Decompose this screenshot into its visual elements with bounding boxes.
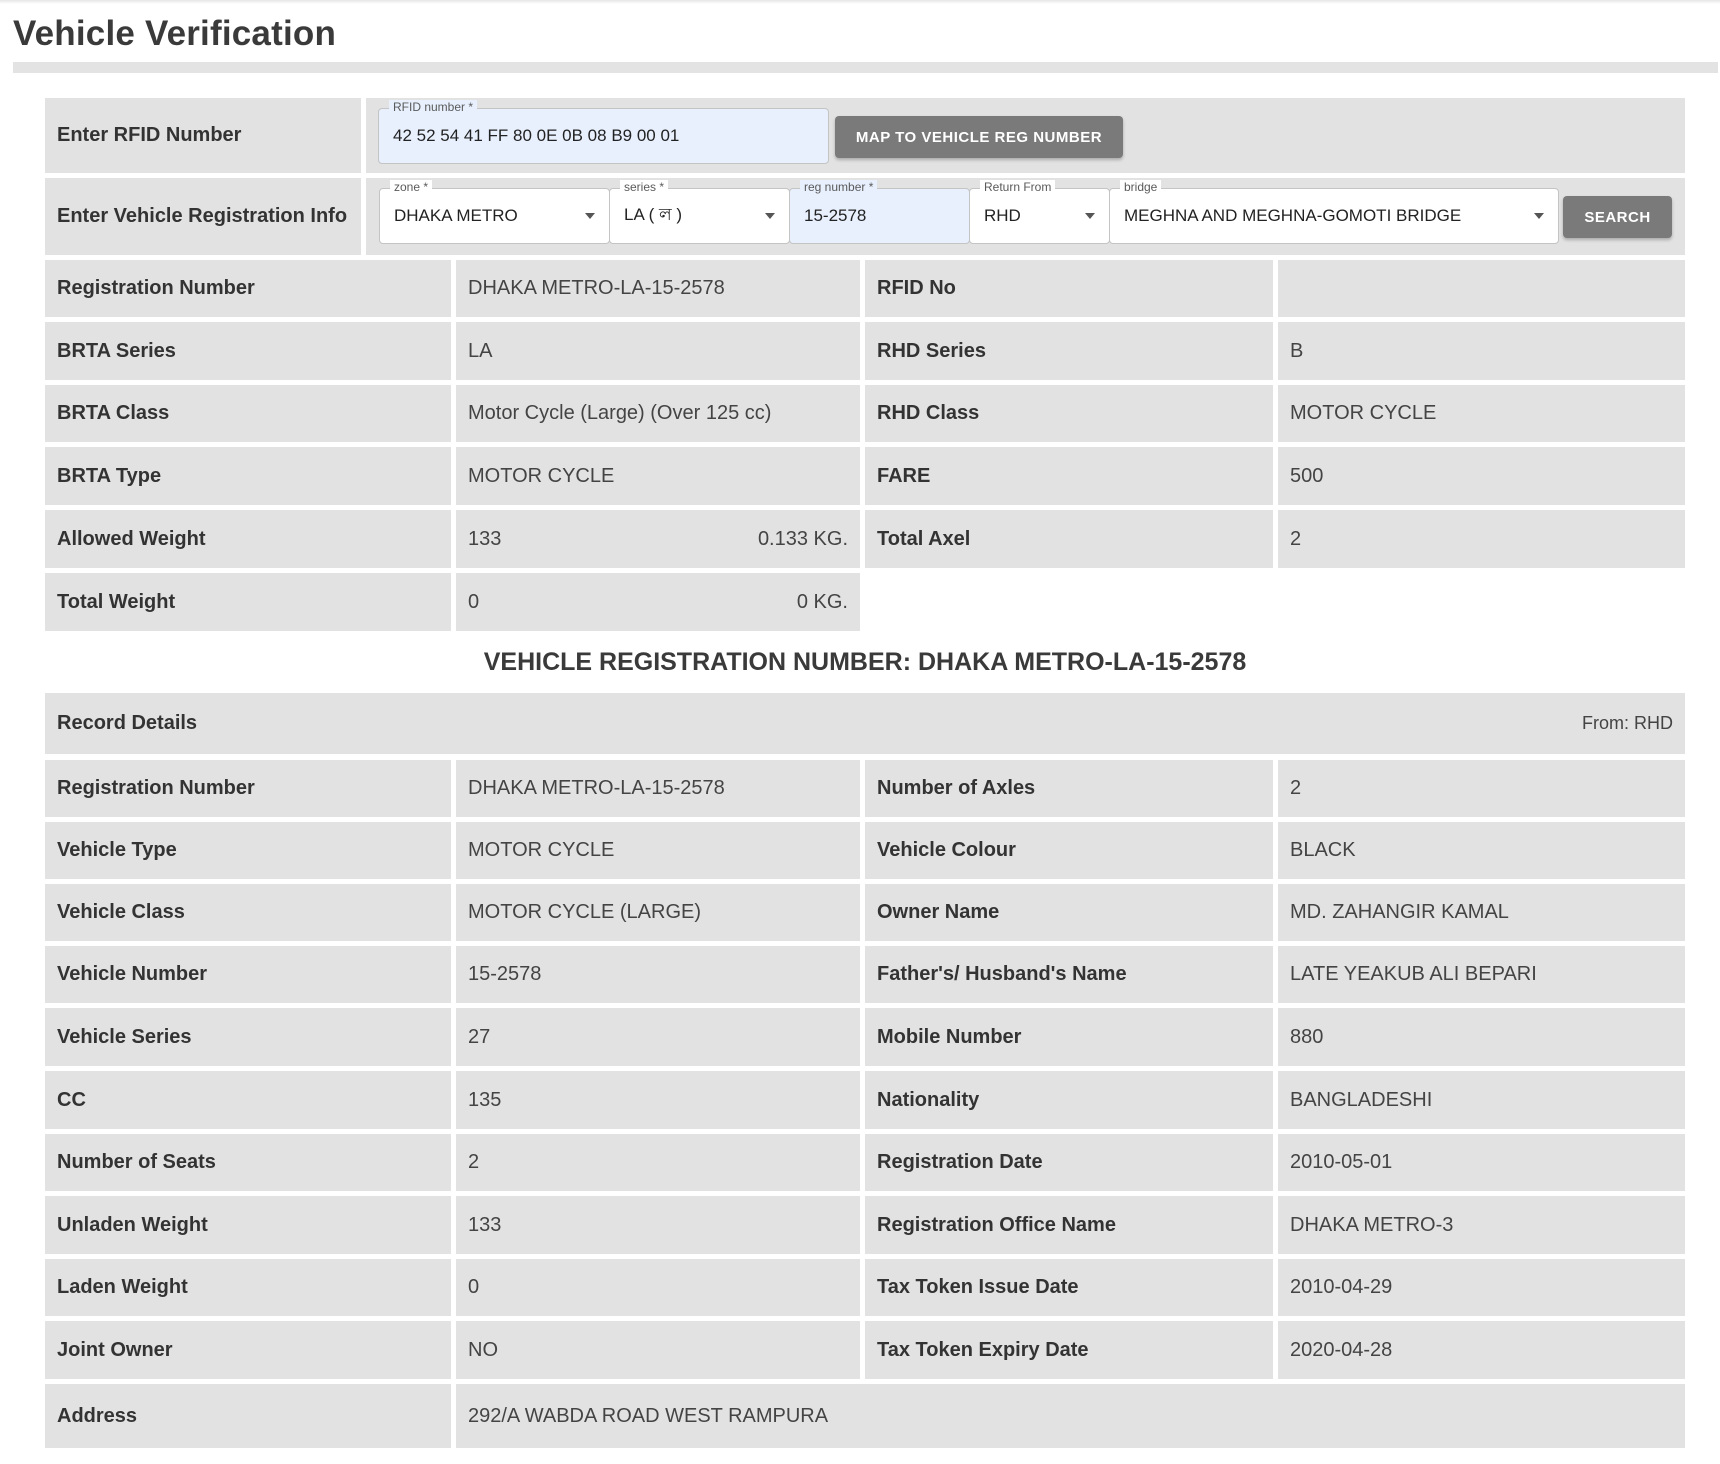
- record-label: Vehicle Type: [45, 822, 451, 879]
- chevron-down-icon: [1534, 213, 1544, 219]
- rfid-number-value: 42 52 54 41 FF 80 0E 0B 08 B9 00 01: [393, 126, 680, 145]
- return-from-value: RHD: [984, 206, 1021, 225]
- record-value: 135: [456, 1071, 860, 1129]
- total-weight-kg: 0 KG.: [796, 590, 848, 613]
- record-value: BANGLADESHI: [1278, 1071, 1685, 1129]
- record-details-title: Record Details: [57, 712, 198, 734]
- summary-label: BRTA Class: [45, 385, 451, 442]
- record-label: Mobile Number: [865, 1008, 1273, 1066]
- record-value: MOTOR CYCLE (LARGE): [456, 884, 860, 941]
- chevron-down-icon: [585, 213, 595, 219]
- address-value: 292/A WABDA ROAD WEST RAMPURA: [456, 1384, 1685, 1448]
- record-label: Registration Office Name: [865, 1196, 1273, 1254]
- summary-label: BRTA Type: [45, 447, 451, 505]
- reg-number-input[interactable]: reg number * 15-2578: [789, 180, 970, 244]
- record-label: Owner Name: [865, 884, 1273, 941]
- record-label: Registration Date: [865, 1134, 1273, 1191]
- record-value: 2020-04-28: [1278, 1321, 1685, 1379]
- title-divider: [13, 62, 1718, 73]
- record-value: 2: [1278, 760, 1685, 817]
- record-details-header: Record Details From: RHD: [45, 693, 1685, 754]
- record-value: NO: [456, 1321, 860, 1379]
- summary-label: BRTA Series: [45, 322, 451, 380]
- record-label: Nationality: [865, 1071, 1273, 1129]
- summary-value: Motor Cycle (Large) (Over 125 cc): [456, 385, 860, 442]
- record-label: Unladen Weight: [45, 1196, 451, 1254]
- allowed-weight-kg: 0.133 KG.: [757, 527, 848, 550]
- summary-label: Registration Number: [45, 260, 451, 317]
- record-value: DHAKA METRO-3: [1278, 1196, 1685, 1254]
- record-label: Number of Axles: [865, 760, 1273, 817]
- series-value: LA ( ল ): [624, 205, 683, 224]
- record-value: DHAKA METRO-LA-15-2578: [456, 760, 860, 817]
- bridge-select[interactable]: bridge MEGHNA AND MEGHNA-GOMOTI BRIDGE: [1109, 180, 1559, 244]
- record-label: CC: [45, 1071, 451, 1129]
- total-weight-label: Total Weight: [45, 573, 451, 631]
- bridge-value: MEGHNA AND MEGHNA-GOMOTI BRIDGE: [1124, 206, 1462, 225]
- total-axel-label: Total Axel: [865, 510, 1273, 568]
- search-button[interactable]: SEARCH: [1563, 196, 1672, 238]
- record-label: Vehicle Series: [45, 1008, 451, 1066]
- summary-label: RFID No: [865, 260, 1273, 317]
- return-from-select[interactable]: Return From RHD: [969, 180, 1110, 244]
- record-value: 2: [456, 1134, 860, 1191]
- page-title: Vehicle Verification: [13, 14, 337, 53]
- reg-number-value: 15-2578: [804, 206, 867, 225]
- summary-value: MOTOR CYCLE: [456, 447, 860, 505]
- chevron-down-icon: [765, 213, 775, 219]
- record-value: 2010-05-01: [1278, 1134, 1685, 1191]
- summary-label: RHD Class: [865, 385, 1273, 442]
- record-value: 880: [1278, 1008, 1685, 1066]
- zone-select[interactable]: zone * DHAKA METRO: [379, 180, 610, 244]
- top-shadow: [0, 0, 1720, 4]
- record-label: Vehicle Class: [45, 884, 451, 941]
- rfid-number-field[interactable]: RFID number * 42 52 54 41 FF 80 0E 0B 08…: [378, 100, 829, 164]
- map-to-vehicle-reg-button[interactable]: MAP TO VEHICLE REG NUMBER: [835, 116, 1123, 158]
- total-axel-value: 2: [1278, 510, 1685, 568]
- total-weight-value: 0 0 KG.: [456, 573, 860, 631]
- summary-value: LA: [456, 322, 860, 380]
- record-label: Joint Owner: [45, 1321, 451, 1379]
- record-value: 15-2578: [456, 946, 860, 1003]
- record-label: Laden Weight: [45, 1259, 451, 1316]
- summary-value: 500: [1278, 447, 1685, 505]
- record-label: Vehicle Colour: [865, 822, 1273, 879]
- record-value: 27: [456, 1008, 860, 1066]
- rfid-section-label: Enter RFID Number: [45, 98, 361, 173]
- address-label: Address: [45, 1384, 451, 1448]
- zone-value: DHAKA METRO: [394, 206, 518, 225]
- allowed-weight-value: 133 0.133 KG.: [456, 510, 860, 568]
- total-weight-number: 0: [468, 590, 480, 613]
- summary-value: MOTOR CYCLE: [1278, 385, 1685, 442]
- chevron-down-icon: [1085, 213, 1095, 219]
- record-label: Father's/ Husband's Name: [865, 946, 1273, 1003]
- record-value: LATE YEAKUB ALI BEPARI: [1278, 946, 1685, 1003]
- summary-value: [1278, 260, 1685, 317]
- series-select[interactable]: series * LA ( ল ): [609, 180, 790, 244]
- record-label: Registration Number: [45, 760, 451, 817]
- summary-value: B: [1278, 322, 1685, 380]
- record-label: Tax Token Expiry Date: [865, 1321, 1273, 1379]
- allowed-weight-number: 133: [468, 527, 502, 550]
- record-value: 133: [456, 1196, 860, 1254]
- record-value: 2010-04-29: [1278, 1259, 1685, 1316]
- record-label: Number of Seats: [45, 1134, 451, 1191]
- record-value: MOTOR CYCLE: [456, 822, 860, 879]
- summary-label: FARE: [865, 447, 1273, 505]
- record-label: Tax Token Issue Date: [865, 1259, 1273, 1316]
- summary-label: RHD Series: [865, 322, 1273, 380]
- record-source: From: RHD: [1582, 713, 1673, 733]
- record-value: 0: [456, 1259, 860, 1316]
- record-value: MD. ZAHANGIR KAMAL: [1278, 884, 1685, 941]
- record-label: Vehicle Number: [45, 946, 451, 1003]
- reg-section-label: Enter Vehicle Registration Info: [45, 178, 361, 255]
- summary-value: DHAKA METRO-LA-15-2578: [456, 260, 860, 317]
- allowed-weight-label: Allowed Weight: [45, 510, 451, 568]
- vehicle-registration-heading: VEHICLE REGISTRATION NUMBER: DHAKA METRO…: [483, 648, 1247, 676]
- record-value: BLACK: [1278, 822, 1685, 879]
